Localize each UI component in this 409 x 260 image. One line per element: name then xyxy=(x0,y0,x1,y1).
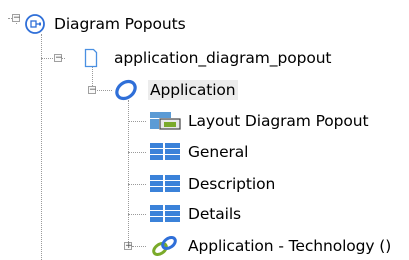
tree-node-label: Layout Diagram Popout xyxy=(188,112,369,130)
grid-table-icon xyxy=(148,173,182,195)
collapse-toggle-root[interactable]: − xyxy=(12,14,21,23)
tree-node-label: Application xyxy=(148,80,238,100)
tree-node-diagram-popouts[interactable]: Diagram Popouts xyxy=(24,13,188,35)
tree-node-general[interactable]: General xyxy=(148,141,250,163)
tree-line xyxy=(128,152,146,153)
tree-node-file[interactable]: application_diagram_popout xyxy=(84,47,333,69)
grid-table-icon xyxy=(148,203,182,225)
document-icon xyxy=(84,48,98,68)
tree-line xyxy=(128,214,146,215)
diagram-popout-icon xyxy=(24,13,46,35)
collapse-toggle-file[interactable]: − xyxy=(54,54,63,63)
tree-node-layout-diagram-popout[interactable]: Layout Diagram Popout xyxy=(148,110,371,132)
expand-toggle-relationship[interactable]: + xyxy=(124,242,133,251)
tree-line xyxy=(128,184,146,185)
tree-node-description[interactable]: Description xyxy=(148,173,277,195)
layout-diagram-icon xyxy=(148,110,182,132)
tree-node-application[interactable]: Application xyxy=(110,79,238,101)
tree-node-label: Diagram Popouts xyxy=(54,15,186,33)
tree-line xyxy=(41,34,42,260)
tree-node-details[interactable]: Details xyxy=(148,203,243,225)
tree-node-label: Description xyxy=(188,175,276,193)
tree-view: − − − + Diagram Popouts application_diag… xyxy=(0,0,409,260)
tree-node-label: application_diagram_popout xyxy=(114,49,332,67)
tree-line xyxy=(132,246,146,247)
tree-node-label: Details xyxy=(188,205,242,223)
relationship-link-icon xyxy=(148,235,182,257)
tree-node-label: Application - Technology () xyxy=(188,237,392,255)
application-ring-icon xyxy=(110,79,142,101)
grid-table-icon xyxy=(148,141,182,163)
tree-node-label: General xyxy=(188,143,249,161)
tree-node-application-technology[interactable]: Application - Technology () xyxy=(148,235,393,257)
tree-line xyxy=(128,121,146,122)
collapse-toggle-application[interactable]: − xyxy=(88,86,97,95)
